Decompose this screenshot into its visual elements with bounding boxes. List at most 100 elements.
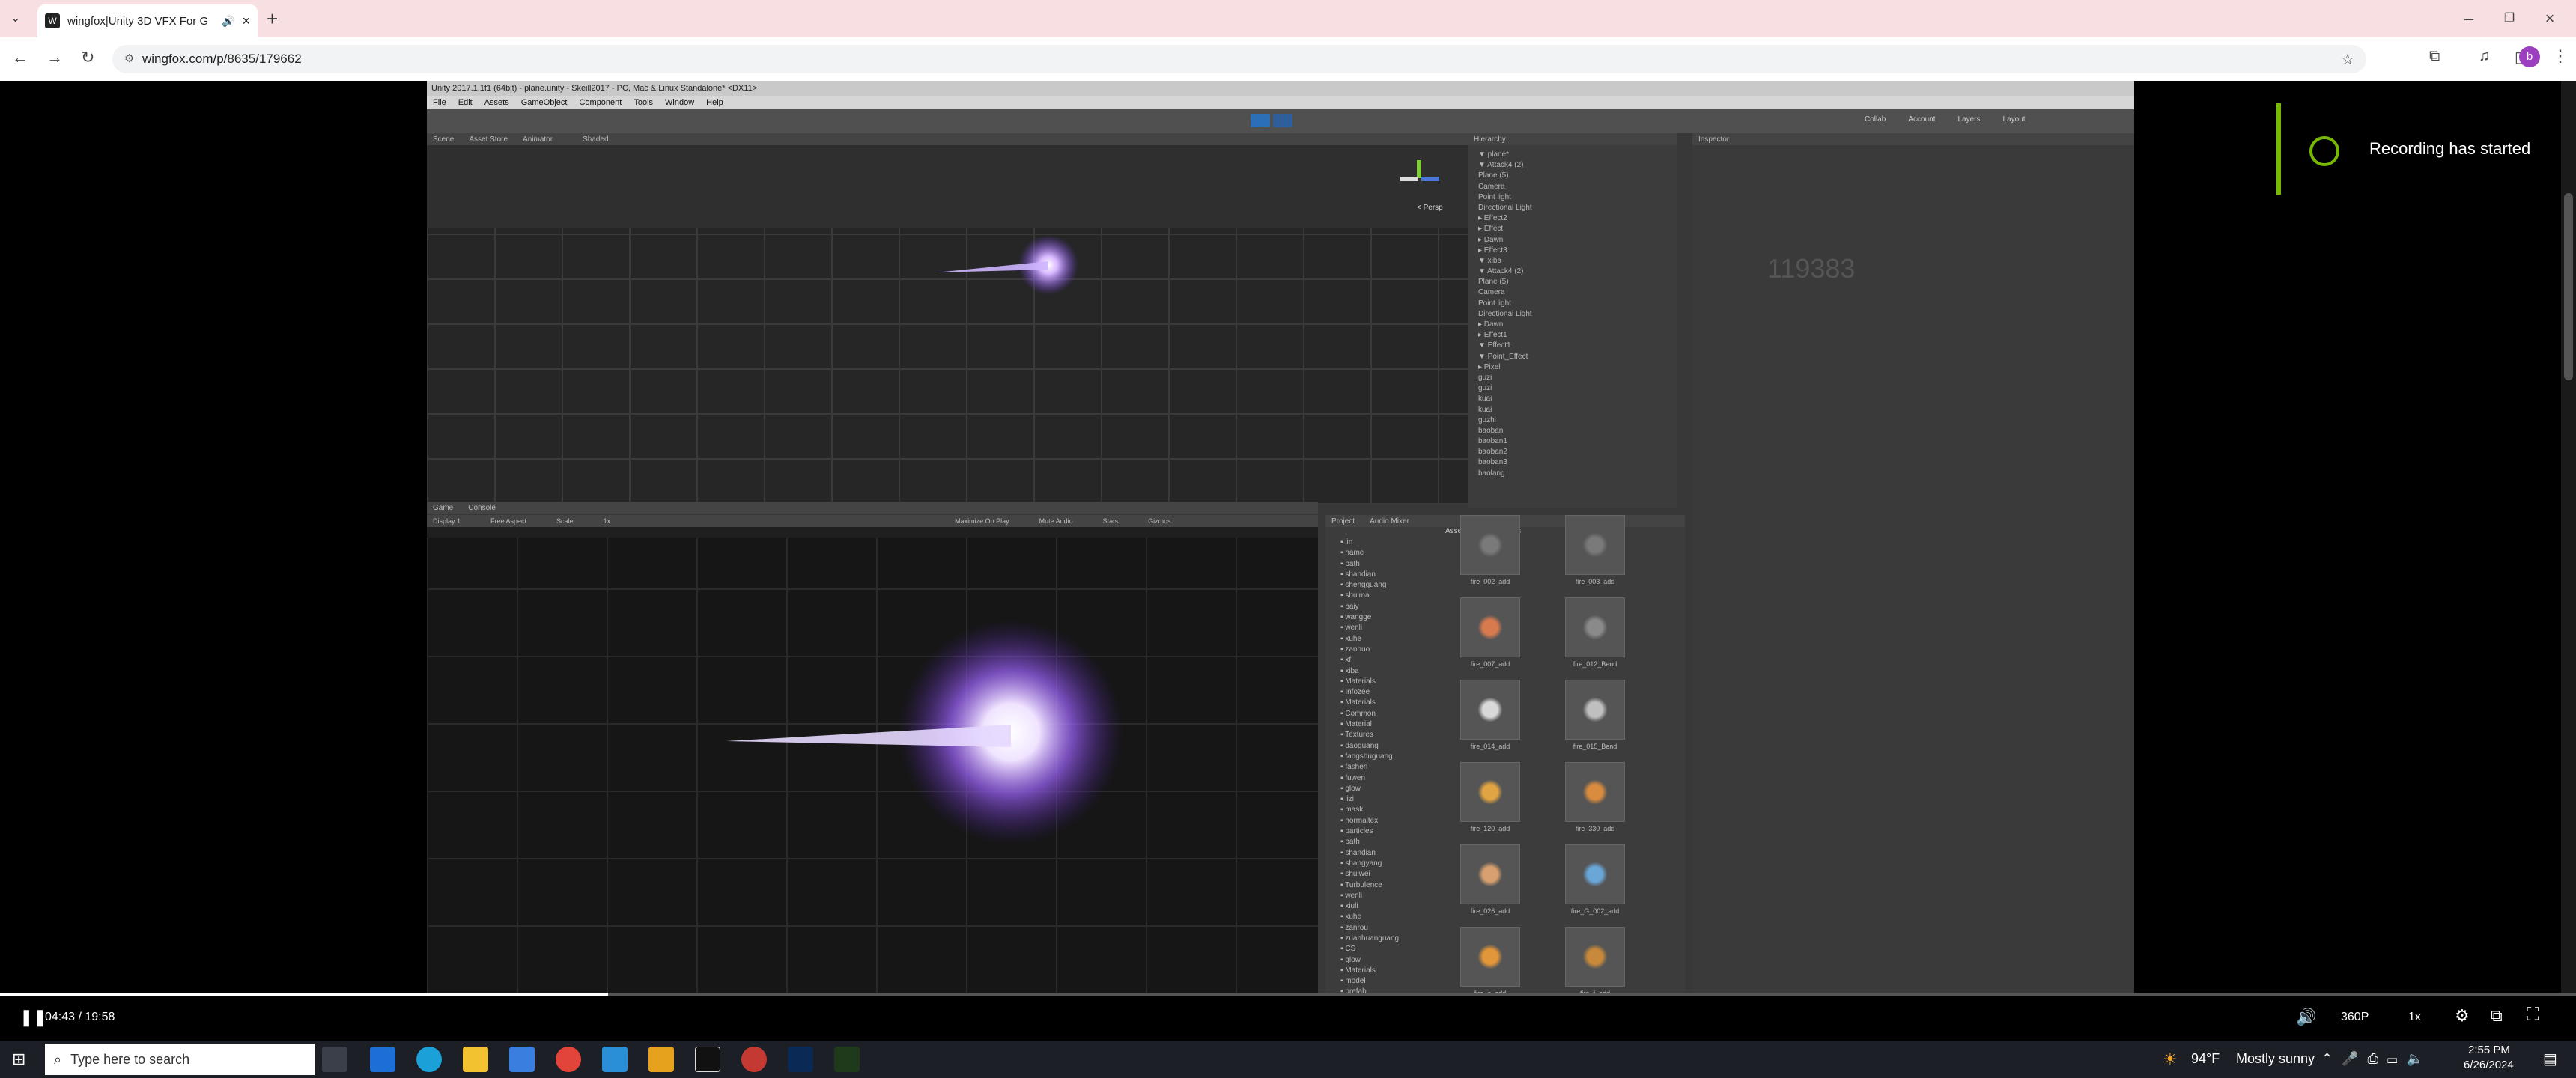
- chrome-icon[interactable]: [556, 1047, 581, 1072]
- settings-icon[interactable]: ⚙: [2455, 1006, 2470, 1026]
- toast-message: Recording has started: [2369, 139, 2531, 158]
- project-folder: ▪ name: [1340, 548, 1438, 558]
- project-folder: ▪ shandian: [1340, 570, 1438, 580]
- tab-favicon: W: [45, 13, 60, 28]
- scrollbar-thumb[interactable]: [2564, 193, 2573, 380]
- browser-menu-icon[interactable]: ⋮: [2552, 46, 2569, 66]
- speed-selector[interactable]: 1x: [2408, 1011, 2421, 1024]
- tab-list-chevron-icon[interactable]: ⌄: [10, 10, 20, 25]
- tab-audio-icon[interactable]: 🔊: [222, 15, 234, 28]
- chrome-active-icon[interactable]: [741, 1047, 767, 1072]
- close-window-button[interactable]: ×: [2539, 7, 2561, 30]
- folder-label: Materials: [1345, 698, 1376, 707]
- maximize-button[interactable]: ❐: [2498, 7, 2521, 30]
- notification-icon[interactable]: ▤: [2543, 1050, 2557, 1068]
- extensions-icon[interactable]: ⧉: [2429, 48, 2440, 65]
- hierarchy-row: ▼ Effect1: [1478, 341, 1511, 350]
- persp-label: < Persp: [1417, 204, 1443, 212]
- mail-icon[interactable]: [370, 1047, 395, 1072]
- wingfox-icon[interactable]: [648, 1047, 674, 1072]
- folder-label: particles: [1345, 827, 1373, 836]
- folder-label: fuwen: [1345, 773, 1366, 782]
- folder-label: xiuli: [1345, 902, 1358, 911]
- material-thumbnail: [1460, 597, 1520, 657]
- unity-play-button: [1251, 114, 1270, 127]
- project-folder: ▪ Materials: [1340, 677, 1438, 687]
- project-folder: ▪ Turbulence: [1340, 880, 1438, 891]
- store-icon[interactable]: [509, 1047, 535, 1072]
- clock-date[interactable]: 6/26/2024: [2464, 1059, 2514, 1071]
- tray-icons[interactable]: ⌃🎤⎙▭🔈: [2321, 1051, 2432, 1067]
- inspector-number: 119383: [1767, 253, 1856, 284]
- game-toolbar: Display 1 Free Aspect Scale 1x Maximize …: [427, 515, 1318, 527]
- inspector-header: Inspector: [1692, 133, 2134, 145]
- dimension-icon[interactable]: [834, 1047, 860, 1072]
- project-folder: ▪ lizi: [1340, 794, 1438, 805]
- project-folder: ▪ xuhe: [1340, 634, 1438, 645]
- clock-time[interactable]: 2:55 PM: [2468, 1044, 2510, 1056]
- material-thumbnail: [1460, 762, 1520, 822]
- quality-selector[interactable]: 360P: [2341, 1011, 2369, 1024]
- folder-label: path: [1345, 838, 1360, 847]
- hierarchy-row: Camera: [1478, 288, 1505, 297]
- weather-temp[interactable]: 94°F: [2191, 1051, 2220, 1067]
- photoshop-icon[interactable]: [788, 1047, 813, 1072]
- minimize-button[interactable]: –: [2458, 7, 2480, 30]
- fullscreen-icon[interactable]: ⛶: [2527, 1005, 2539, 1026]
- taskbar-search-input[interactable]: ⌕ Type here to search: [45, 1044, 315, 1075]
- pause-icon[interactable]: ❚❚: [19, 1008, 47, 1027]
- volume-icon[interactable]: 🔊: [2296, 1008, 2316, 1027]
- tab-close-icon[interactable]: ×: [242, 13, 250, 29]
- folder-label: wenli: [1345, 891, 1363, 900]
- project-folder: ▪ CS: [1340, 944, 1438, 954]
- unity-title-bar: Unity 2017.1.1f1 (64bit) - plane.unity -…: [427, 81, 2134, 96]
- task-view-icon[interactable]: [322, 1047, 347, 1072]
- folder-label: Materials: [1345, 677, 1376, 686]
- url-input[interactable]: ⚙ wingfox.com/p/8635/179662 ☆: [112, 45, 2366, 73]
- project-folder: ▪ shangyang: [1340, 859, 1438, 869]
- browser-tab[interactable]: W wingfox|Unity 3D VFX For G 🔊 ×: [37, 4, 258, 37]
- site-info-icon[interactable]: ⚙: [124, 52, 134, 65]
- unity-project-panel: Project Audio Mixer Assets > xf > Materi…: [1325, 515, 1685, 994]
- back-icon[interactable]: ←: [12, 48, 28, 67]
- file-explorer-icon[interactable]: [463, 1047, 488, 1072]
- material-thumbnail: [1460, 680, 1520, 740]
- picture-in-picture-icon[interactable]: ⧉: [2491, 1006, 2503, 1026]
- folder-label: shandian: [1345, 570, 1376, 579]
- material-label: fire_014_add: [1470, 743, 1510, 750]
- folder-label: wenli: [1345, 624, 1363, 633]
- edge-icon[interactable]: [416, 1047, 442, 1072]
- folder-label: name: [1345, 549, 1364, 558]
- folder-label: Materials: [1345, 966, 1376, 975]
- material-thumbnail: [1460, 515, 1520, 575]
- material-thumbnail: [1565, 762, 1625, 822]
- forward-icon[interactable]: →: [46, 48, 63, 67]
- material-thumbnail: [1460, 927, 1520, 987]
- weather-icon[interactable]: ☀: [2163, 1050, 2178, 1069]
- folder-label: wangge: [1345, 613, 1372, 622]
- scene-shading: Shaded: [583, 135, 609, 144]
- app-m-icon[interactable]: [602, 1047, 628, 1072]
- unity-icon[interactable]: [695, 1047, 720, 1072]
- project-folder: ▪ model: [1340, 976, 1438, 987]
- unity-top-right-buttons: Collab Account Layers Layout: [1865, 115, 2026, 124]
- folder-label: baiy: [1345, 602, 1359, 611]
- weather-text[interactable]: Mostly sunny: [2236, 1051, 2315, 1067]
- profile-avatar[interactable]: b: [2519, 46, 2540, 67]
- unity-menu-item: Edit: [458, 98, 473, 107]
- new-tab-button[interactable]: +: [267, 7, 278, 31]
- folder-label: daoguang: [1345, 741, 1379, 750]
- material-thumbnail: [1565, 680, 1625, 740]
- media-control-icon[interactable]: ♫: [2479, 48, 2490, 65]
- hierarchy-header: Hierarchy: [1468, 133, 1677, 145]
- reload-icon[interactable]: ↻: [81, 48, 94, 67]
- scene-gizmo: [1400, 160, 1439, 198]
- scene-vfx-glow: [936, 235, 1078, 295]
- url-text: wingfox.com/p/8635/179662: [142, 52, 302, 66]
- hierarchy-row: ▼ xiba: [1478, 256, 1502, 265]
- start-icon[interactable]: ⊞: [12, 1050, 25, 1069]
- bookmark-star-icon[interactable]: ☆: [2341, 50, 2354, 69]
- project-folder: ▪ mask: [1340, 805, 1438, 815]
- right-scrollbar[interactable]: [2561, 81, 2576, 994]
- material-thumbnail: [1565, 844, 1625, 904]
